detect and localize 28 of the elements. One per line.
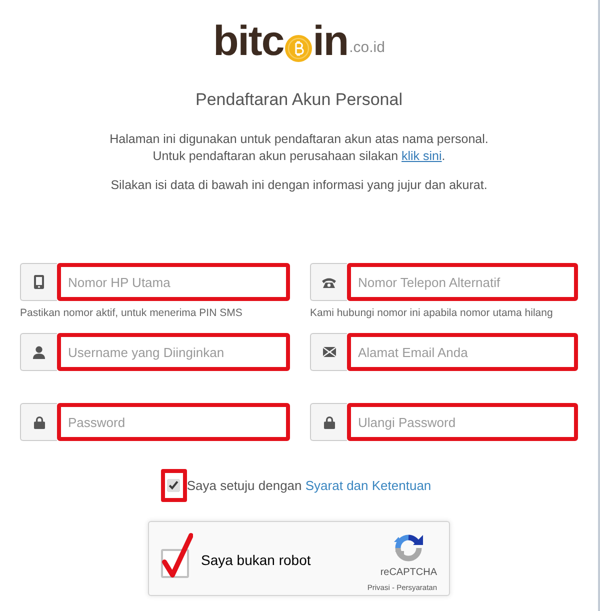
instruction-text: Silakan isi data di bawah ini dengan informasi yang jujur dan akurat. <box>110 177 488 194</box>
input-field[interactable]: Password <box>57 403 290 441</box>
input-field[interactable]: Username yang Diinginkan <box>57 333 290 371</box>
input-field[interactable]: Alamat Email Anda <box>347 333 578 371</box>
telephone-icon <box>322 276 336 288</box>
intro-text: Halaman ini digunakan untuk pendaftaran akun atas nama personal. Untuk pendaftaran akun perusahaan silakan klik sini. <box>108 131 490 165</box>
page-title: Pendaftaran Akun Personal <box>194 89 404 111</box>
captcha-checkbox[interactable] <box>161 532 193 579</box>
logo-wordmark: in <box>312 17 348 65</box>
bitcoin-coin-icon <box>284 35 312 62</box>
help-text: Kami hubungi nomor ini apabila nomor utama hilang <box>310 307 554 320</box>
help-text: Pastikan nomor aktif, untuk menerima PIN SMS <box>20 307 244 320</box>
input-field[interactable]: Nomor HP Utama <box>57 263 290 301</box>
mobile-phone-icon <box>34 275 44 289</box>
lock-icon <box>324 416 334 428</box>
input-field[interactable]: Nomor Telepon Alternatif <box>347 263 578 301</box>
logo-domain: .co.id <box>349 39 385 57</box>
lock-icon <box>34 416 44 428</box>
recaptcha-brand: reCAPTCHA <box>380 567 437 579</box>
input-field[interactable]: Ulangi Password <box>347 403 578 441</box>
agreement-text: Saya setuju dengan Syarat dan Ketentuan <box>186 478 432 494</box>
company-signup-link[interactable]: klik sini <box>402 149 442 163</box>
user-icon <box>33 346 45 358</box>
envelope-icon <box>322 347 336 357</box>
captcha-label: Saya bukan robot <box>201 552 311 569</box>
agree-checkbox[interactable] <box>167 479 180 492</box>
terms-link[interactable]: Syarat dan Ketentuan <box>305 478 432 492</box>
logo-wordmark: bitc <box>213 17 284 65</box>
